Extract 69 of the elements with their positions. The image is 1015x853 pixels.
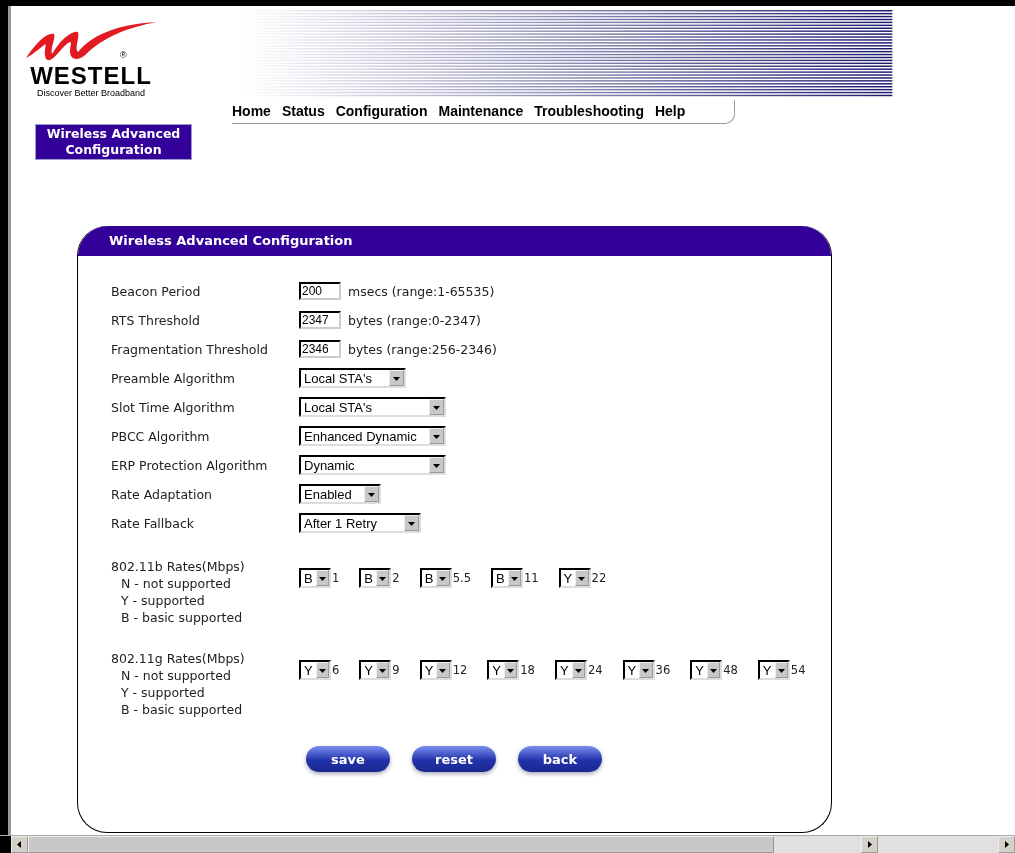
legend-item: B - basic supported (120, 609, 244, 626)
dropdown-select[interactable]: Y (757, 660, 790, 680)
rate-label: 48 (722, 663, 738, 677)
dropdown-select[interactable]: B (359, 568, 392, 588)
panel-title: Wireless Advanced Configuration (78, 226, 831, 256)
input-field[interactable]: 2347 (299, 311, 341, 329)
rate-label: 6 (331, 663, 340, 677)
field-label: Beacon Period (111, 283, 202, 299)
rate-label: 12 (451, 663, 468, 677)
dropdown-select[interactable]: Y (299, 660, 331, 680)
nav-link[interactable]: Help (654, 103, 686, 120)
nav-link[interactable]: Maintenance (438, 103, 524, 120)
rate-label: 5.5 (451, 571, 471, 585)
unit-hint: bytes (range:256-2346) (348, 341, 497, 357)
dropdown-select[interactable]: B (419, 568, 452, 588)
nav-link[interactable]: Status (281, 103, 325, 120)
rate-label: 1 (331, 571, 340, 585)
rates-title: 802.11g Rates(Mbps) (111, 650, 246, 667)
page-tab[interactable]: Wireless Advanced Configuration (35, 124, 192, 160)
action-button[interactable]: save (306, 746, 390, 772)
nav-link[interactable]: Home (232, 103, 271, 120)
field-label: Preamble Algorithm (111, 370, 236, 386)
rate-label: 9 (391, 663, 400, 677)
nav-link[interactable]: Troubleshooting (534, 103, 644, 120)
dropdown-select[interactable]: After 1 Retry (299, 513, 421, 533)
dropdown-select[interactable]: Y (419, 660, 452, 680)
action-button[interactable]: back (518, 746, 602, 772)
nav-link[interactable]: Configuration (335, 103, 428, 120)
rate-label: 22 (590, 571, 607, 585)
unit-hint: bytes (range:0-2347) (348, 312, 481, 328)
rate-label: 11 (522, 571, 539, 585)
dropdown-select[interactable]: Enabled (299, 484, 381, 504)
dropdown-select[interactable]: B (299, 568, 331, 588)
field-label: Slot Time Algorithm (111, 399, 236, 415)
rate-label: 36 (654, 663, 671, 677)
dropdown-select[interactable]: Y (487, 660, 520, 680)
rate-label: 2 (391, 571, 400, 585)
dropdown-select[interactable]: Dynamic (299, 455, 446, 475)
dropdown-select[interactable]: Y (622, 660, 655, 680)
legend-item: N - not supported (120, 667, 232, 684)
dropdown-select[interactable]: Enhanced Dynamic (299, 426, 446, 446)
dropdown-select[interactable]: B (490, 568, 523, 588)
dropdown-select[interactable]: Y (359, 660, 392, 680)
rate-label: 54 (789, 663, 806, 677)
rate-label: 18 (519, 663, 535, 677)
dropdown-select[interactable]: Y (558, 568, 591, 588)
field-label: RTS Threshold (111, 312, 201, 328)
dropdown-select[interactable]: Local STA's (299, 368, 406, 388)
field-label: Rate Adaptation (111, 486, 213, 502)
brand-tagline: Discover Better Broadband (36, 88, 146, 98)
input-field[interactable]: 200 (299, 282, 341, 300)
rates-title: 802.11b Rates(Mbps) (111, 558, 246, 575)
dropdown-select[interactable]: Local STA's (299, 397, 446, 417)
legend-item: Y - supported (120, 684, 206, 701)
unit-hint: msecs (range:1-65535) (348, 283, 495, 299)
legend-item: Y - supported (120, 592, 206, 609)
action-button[interactable]: reset (412, 746, 496, 772)
legend-item: B - basic supported (120, 701, 244, 718)
input-field[interactable]: 2346 (299, 340, 341, 358)
brand-name: WESTELL (30, 64, 152, 88)
field-label: Fragmentation Threshold (111, 341, 269, 357)
field-label: Rate Fallback (111, 515, 195, 531)
field-label: ERP Protection Algorithm (111, 457, 269, 473)
registered-mark: ® (120, 50, 127, 60)
legend-item: N - not supported (120, 575, 232, 592)
rate-label: 24 (586, 663, 603, 677)
field-label: PBCC Algorithm (111, 428, 211, 444)
dropdown-select[interactable]: Y (690, 660, 723, 680)
dropdown-select[interactable]: Y (554, 660, 587, 680)
